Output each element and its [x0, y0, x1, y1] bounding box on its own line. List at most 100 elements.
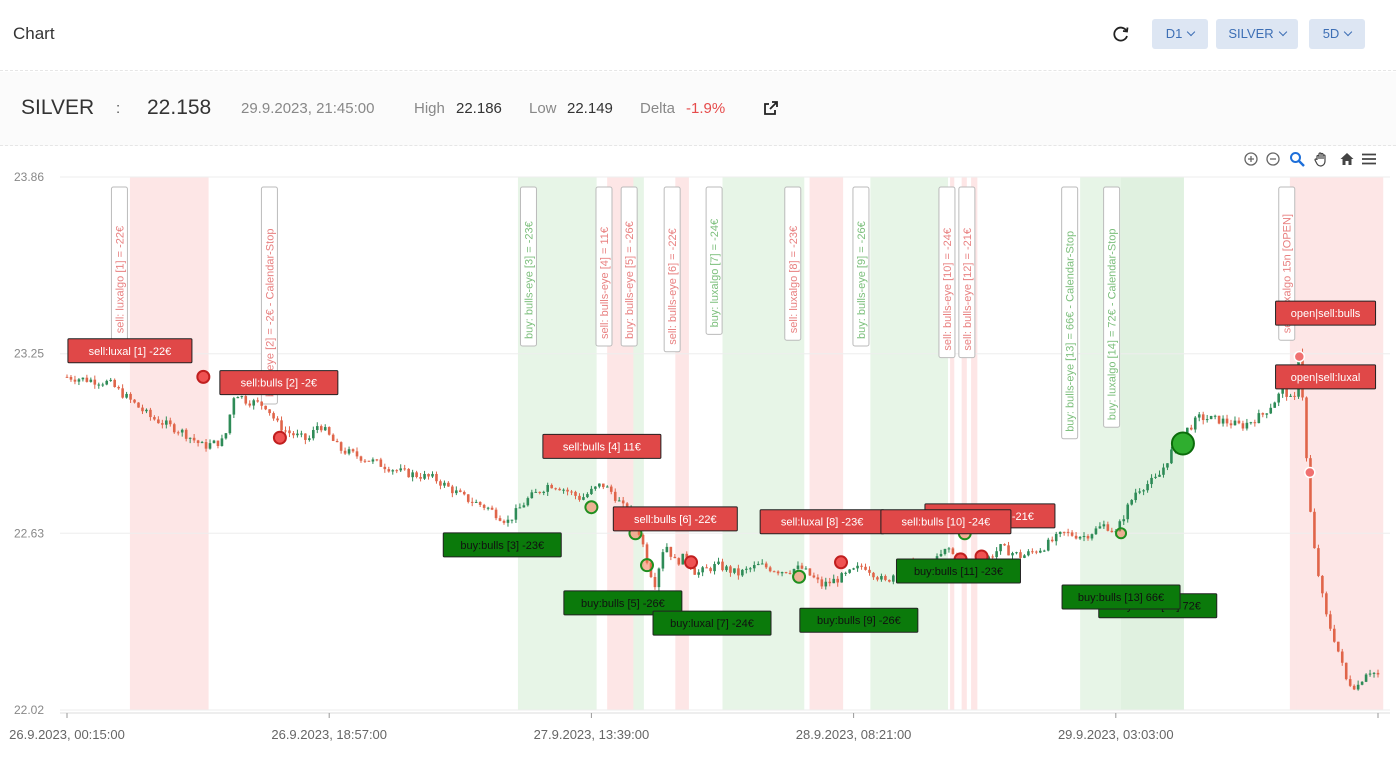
candle-body [1015, 552, 1018, 554]
candle-body [741, 569, 744, 576]
candle [1317, 544, 1320, 578]
symbol-dropdown[interactable]: SILVER [1216, 19, 1298, 49]
candle-body [331, 434, 335, 441]
candle-body [609, 486, 613, 492]
y-tick-label: 22.63 [14, 526, 44, 540]
candle-body [1150, 477, 1153, 485]
candle-body [1209, 415, 1213, 420]
candle-body [733, 568, 736, 573]
trade-label-text: sell:luxal [8] -23€ [781, 517, 864, 529]
candle [804, 566, 808, 570]
timeframe-dropdown[interactable]: D1 [1152, 19, 1208, 49]
candle [371, 457, 375, 464]
candle-body [613, 491, 617, 501]
range-dropdown[interactable]: 5D [1309, 19, 1365, 49]
candle-body [1329, 614, 1332, 629]
candle-body [455, 490, 458, 494]
trade-label: sell:bulls [10] -24€ [880, 509, 1012, 535]
candle-body [224, 433, 228, 439]
candle [808, 568, 812, 576]
candle [502, 519, 506, 525]
candle [713, 561, 716, 575]
candle [355, 447, 359, 459]
candle-body [125, 393, 128, 398]
candle [1050, 536, 1054, 543]
candle-body [562, 489, 565, 491]
vertical-trade-label: sell: bulls-eye [10] = -24€ [938, 186, 956, 359]
candle [208, 439, 212, 450]
candle-body [820, 579, 824, 587]
candle-body [1046, 539, 1050, 551]
candle-body [1130, 500, 1133, 505]
candle-body [673, 556, 677, 559]
refresh-icon[interactable] [1111, 24, 1131, 44]
trade-marker [1115, 527, 1128, 540]
candle [510, 519, 514, 524]
external-link-icon[interactable] [763, 100, 779, 116]
candle-body [200, 442, 204, 444]
vertical-trade-label: sell: luxalgo [1] = -22€ [110, 186, 128, 341]
candle-body [101, 384, 105, 386]
candle [1257, 409, 1261, 424]
candle-body [411, 472, 414, 478]
price-chart[interactable]: 23.86 23.25 22.63 22.02 26.9.2023, 00:15:00 2… [0, 148, 1396, 769]
candle-body [1062, 531, 1066, 533]
candle-body [800, 565, 804, 569]
candle-body [1027, 551, 1030, 556]
trade-label: open|sell:bulls [1275, 300, 1377, 326]
candle [856, 562, 859, 572]
candle-body [542, 491, 546, 493]
candle-body [494, 509, 498, 519]
candle [339, 441, 343, 454]
candle [665, 543, 669, 553]
candle [999, 543, 1002, 555]
trade-label-text: sell:bulls [4] 11€ [563, 441, 641, 453]
candle-body [1364, 674, 1368, 682]
candle-body [677, 558, 681, 565]
candle-body [145, 409, 148, 412]
candle-body [212, 440, 216, 444]
vertical-label-text: buy: bulls-eye [13] = 66€ - Calendar-Sto… [1065, 231, 1077, 432]
candle-body [65, 376, 69, 378]
candle-body [1344, 662, 1348, 680]
candle [1023, 554, 1026, 559]
candle [327, 426, 331, 436]
candle-body [1201, 414, 1205, 421]
candle [236, 396, 240, 399]
candle [260, 401, 263, 410]
candle [1273, 401, 1277, 408]
candle-body [590, 488, 593, 495]
candle [125, 391, 128, 399]
trade-marker [1293, 350, 1306, 363]
candle [335, 438, 339, 443]
trade-label-text: buy:bulls [5] -26€ [581, 598, 665, 610]
candle-body [399, 468, 403, 471]
candle [602, 483, 605, 490]
candle [300, 430, 303, 438]
trade-label-text: sell:bulls [6] -22€ [634, 514, 717, 526]
trade-label: buy:bulls [9] -26€ [799, 607, 919, 633]
candle [351, 448, 355, 453]
trade-zone [1296, 177, 1384, 710]
candle-body [1023, 555, 1026, 558]
candle-body [1162, 467, 1165, 475]
candle [995, 547, 998, 561]
candle-body [141, 407, 144, 412]
candle-body [1126, 504, 1130, 520]
candle-body [1368, 673, 1372, 675]
candle-body [1372, 672, 1376, 674]
candle-body [157, 419, 160, 424]
symbol-value: SILVER [1228, 26, 1274, 41]
candle [347, 446, 351, 456]
candle-body [780, 572, 784, 574]
candle-body [840, 573, 843, 583]
candle [272, 411, 275, 421]
delta-value: -1.9% [686, 100, 726, 117]
candle-body [546, 484, 549, 492]
candle-body [379, 459, 383, 467]
candle-body [1245, 422, 1249, 429]
candle-body [550, 484, 553, 489]
candle-body [161, 423, 164, 425]
candle [478, 501, 482, 508]
candle-body [359, 456, 363, 461]
